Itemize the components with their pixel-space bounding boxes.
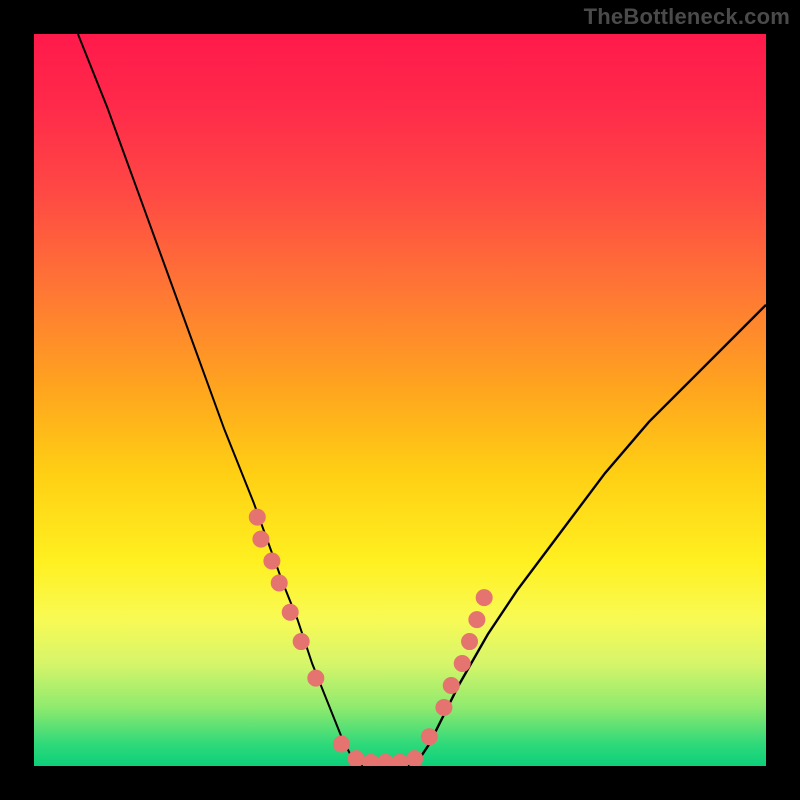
data-point (476, 590, 492, 606)
data-point (377, 754, 393, 766)
data-point (443, 677, 459, 693)
plot-area (34, 34, 766, 766)
data-point (282, 604, 298, 620)
chart-frame: TheBottleneck.com (0, 0, 800, 800)
data-point (253, 531, 269, 547)
data-point (249, 509, 265, 525)
data-point (293, 634, 309, 650)
data-point (363, 754, 379, 766)
curve-left-branch (78, 34, 356, 766)
data-point (348, 751, 364, 766)
data-point (421, 729, 437, 745)
data-point (264, 553, 280, 569)
curve-right-branch (415, 305, 766, 766)
data-point (462, 634, 478, 650)
data-point (333, 736, 349, 752)
data-point (407, 751, 423, 766)
data-point (469, 612, 485, 628)
data-point (392, 754, 408, 766)
chart-svg (34, 34, 766, 766)
data-point (271, 575, 287, 591)
data-point (454, 656, 470, 672)
watermark-text: TheBottleneck.com (584, 4, 790, 30)
data-point (436, 699, 452, 715)
data-point (308, 670, 324, 686)
